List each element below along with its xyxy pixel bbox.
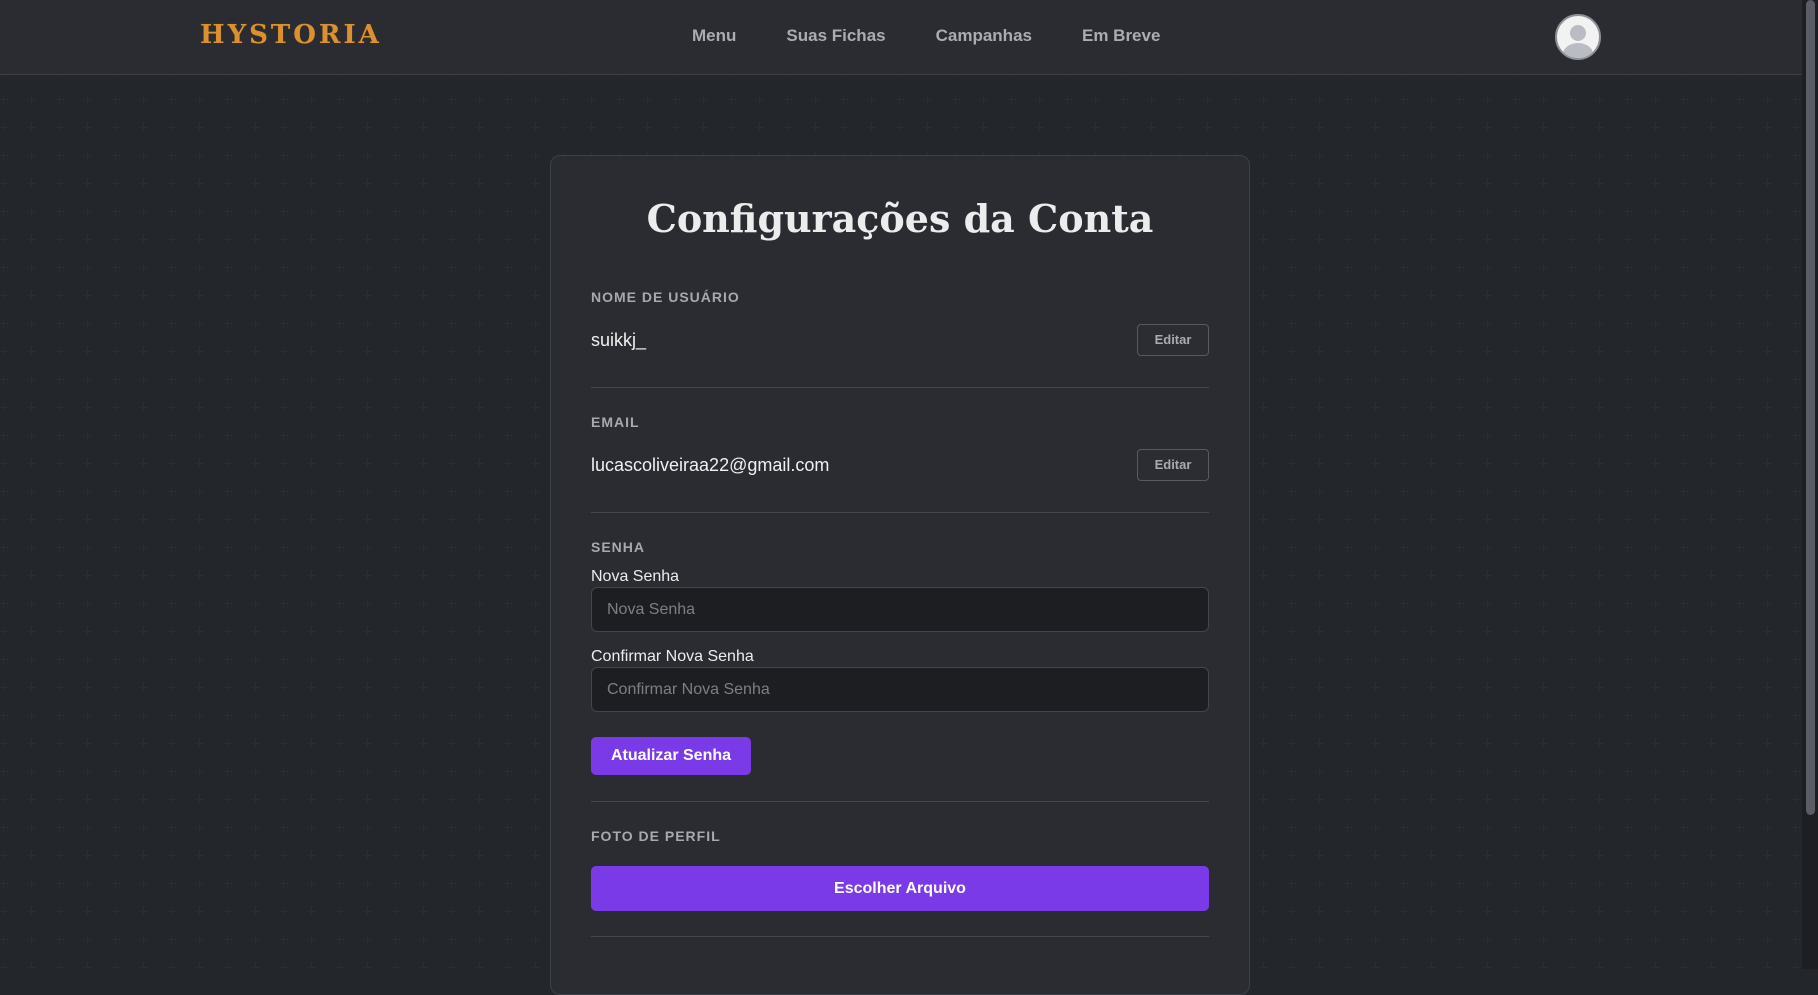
password-section-label: SENHA [591, 539, 646, 555]
choose-file-button[interactable]: Escolher Arquivo [591, 866, 1209, 911]
username-section-label: NOME DE USUÁRIO [591, 289, 740, 305]
confirm-password-input[interactable] [591, 667, 1209, 712]
update-password-button[interactable]: Atualizar Senha [591, 737, 751, 775]
profile-photo-section-label: FOTO DE PERFIL [591, 828, 721, 844]
account-settings-card: Configurações da Conta NOME DE USUÁRIO s… [550, 155, 1250, 995]
main-nav: Menu Suas Fichas Campanhas Em Breve [692, 26, 1210, 46]
email-section-label: EMAIL [591, 414, 640, 430]
edit-username-button[interactable]: Editar [1137, 324, 1209, 356]
new-password-label: Nova Senha [591, 568, 680, 585]
page-title: Configurações da Conta [646, 196, 1154, 241]
avatar-user-icon-body [1563, 43, 1593, 58]
username-value: suikkj_ [591, 330, 647, 350]
divider [591, 936, 1209, 937]
divider [591, 801, 1209, 802]
nav-link-campanhas[interactable]: Campanhas [936, 26, 1032, 46]
edit-email-button[interactable]: Editar [1137, 449, 1209, 481]
page-scrollbar-thumb[interactable] [1806, 0, 1815, 815]
nav-link-em-breve[interactable]: Em Breve [1082, 26, 1160, 46]
nav-link-suas-fichas[interactable]: Suas Fichas [786, 26, 885, 46]
new-password-input[interactable] [591, 587, 1209, 632]
divider [591, 512, 1209, 513]
divider [591, 387, 1209, 388]
nav-link-menu[interactable]: Menu [692, 26, 736, 46]
avatar-user-icon [1570, 25, 1586, 41]
brand-logo[interactable]: HYSTORIA [200, 20, 382, 54]
user-avatar[interactable] [1555, 14, 1601, 60]
confirm-password-label: Confirmar Nova Senha [591, 648, 754, 665]
email-value: lucascoliveiraa22@gmail.com [591, 455, 830, 475]
top-navbar: HYSTORIA Menu Suas Fichas Campanhas Em B… [0, 0, 1802, 75]
